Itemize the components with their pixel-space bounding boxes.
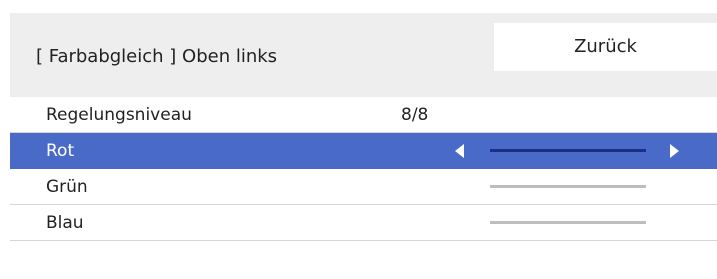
- row-label: Rot: [46, 141, 75, 161]
- dialog-header: [ Farbabgleich ] Oben links Zurück: [10, 13, 717, 95]
- page-title: [ Farbabgleich ] Oben links: [36, 46, 278, 67]
- arrow-right-icon[interactable]: [670, 144, 679, 158]
- slider-track[interactable]: [490, 149, 646, 152]
- color-balance-dialog: [ Farbabgleich ] Oben links Zurück Regel…: [10, 13, 717, 269]
- row-label: Blau: [46, 213, 84, 233]
- list-item-gruen[interactable]: Grün: [10, 169, 717, 205]
- list-item-blau[interactable]: Blau: [10, 205, 717, 241]
- back-button[interactable]: Zurück: [494, 23, 717, 71]
- arrow-left-icon[interactable]: [455, 144, 464, 158]
- row-label: Regelungsniveau: [46, 105, 192, 125]
- row-value: 8/8: [401, 105, 429, 125]
- slider-track[interactable]: [490, 185, 646, 188]
- list-item-regelungsniveau[interactable]: Regelungsniveau 8/8: [10, 97, 717, 133]
- slider-track[interactable]: [490, 221, 646, 224]
- settings-list: Regelungsniveau 8/8 Rot Grün Blau: [10, 97, 717, 269]
- row-label: Grün: [46, 177, 88, 197]
- list-item-rot[interactable]: Rot: [10, 133, 717, 169]
